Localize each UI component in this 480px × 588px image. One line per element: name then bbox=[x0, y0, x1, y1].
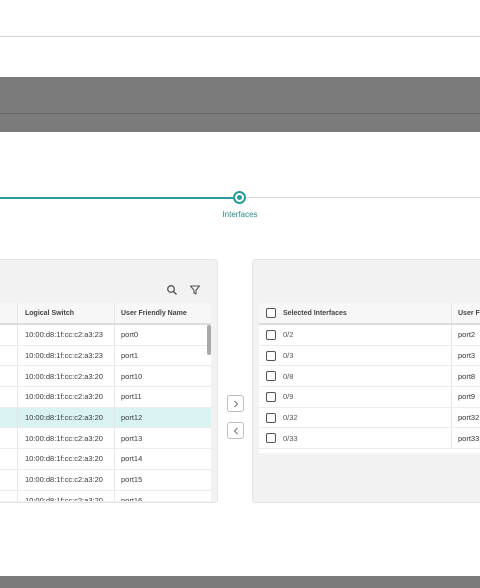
step-dot bbox=[237, 195, 242, 200]
row-checkbox-cell bbox=[259, 428, 283, 448]
interface-cell: 0/33 bbox=[283, 428, 452, 449]
logical-switch-cell: 10:00:d8:1f:cc:c2:a3:20 bbox=[18, 366, 115, 387]
user-friendly-name-cell: port33 bbox=[458, 433, 480, 443]
user-friendly-name-cell: port10 bbox=[121, 371, 143, 381]
interface-cell: 0/8 bbox=[283, 366, 452, 387]
row-checkbox-cell bbox=[259, 366, 283, 386]
user-friendly-name-cell: port0 bbox=[121, 330, 139, 340]
row-checkbox-cell bbox=[259, 325, 283, 345]
row-leading-cell bbox=[0, 387, 18, 407]
select-all-checkbox[interactable] bbox=[266, 308, 276, 318]
row-checkbox[interactable] bbox=[266, 350, 276, 361]
search-icon[interactable] bbox=[166, 284, 178, 296]
user-friendly-name-cell: port8 bbox=[458, 371, 476, 381]
logical-switch-cell: 10:00:d8:1f:cc:c2:a3:23 bbox=[18, 325, 115, 345]
logical-switch-cell: 10:00:d8:1f:cc:c2:a3:20 bbox=[18, 490, 115, 501]
row-leading-cell bbox=[0, 428, 18, 449]
user-friendly-name-cell: port14 bbox=[121, 454, 143, 464]
user-friendly-name-cell: port12 bbox=[121, 413, 143, 423]
logical-switch-cell: 10:00:d8:1f:cc:c2:a3:23 bbox=[18, 345, 115, 366]
header-divider bbox=[0, 36, 480, 37]
table-row[interactable]: 10:00:d8:1f:cc:c2:a3:20 port11 bbox=[0, 387, 211, 408]
logical-switch-cell: 10:00:d8:1f:cc:c2:a3:20 bbox=[18, 428, 115, 449]
chevron-right-icon bbox=[233, 400, 238, 407]
header-cell-blank bbox=[0, 303, 18, 323]
table-row[interactable]: 10:00:d8:1f:cc:c2:a3:20 port13 bbox=[0, 428, 211, 450]
modal-overlay-band bbox=[0, 77, 480, 132]
user-friendly-name-cell: port13 bbox=[121, 433, 143, 443]
logical-switch-cell: 10:00:d8:1f:cc:c2:a3:20 bbox=[18, 407, 115, 428]
row-leading-cell bbox=[0, 490, 18, 501]
select-all-cell bbox=[259, 303, 283, 323]
stepper-current-step-node[interactable] bbox=[233, 191, 246, 204]
table-row[interactable]: 10:00:d8:1f:cc:c2:a3:20 port16 bbox=[0, 490, 211, 501]
stepper-progress-line bbox=[0, 197, 233, 199]
row-checkbox[interactable] bbox=[266, 391, 276, 402]
chevron-left-icon bbox=[233, 427, 238, 434]
header-logical-switch[interactable]: Logical Switch bbox=[18, 303, 115, 323]
user-friendly-name-cell: port15 bbox=[121, 475, 143, 485]
logical-switch-cell: 10:00:d8:1f:cc:c2:a3:20 bbox=[18, 387, 115, 407]
row-checkbox[interactable] bbox=[266, 433, 276, 444]
row-leading-cell bbox=[0, 407, 18, 428]
row-leading-cell bbox=[0, 366, 18, 387]
table-row[interactable]: 0/33 port33 bbox=[259, 428, 480, 450]
row-checkbox[interactable] bbox=[266, 329, 276, 340]
stepper-remaining-line bbox=[246, 197, 480, 198]
table-row[interactable]: 0/9 port9 bbox=[259, 387, 480, 408]
selected-interfaces-table: Selected Interfaces User Fr 0/2 port2 0/3 p… bbox=[259, 303, 480, 453]
table-row[interactable]: 10:00:d8:1f:cc:c2:a3:23 port0 bbox=[0, 325, 211, 346]
row-checkbox[interactable] bbox=[266, 412, 276, 423]
move-right-button[interactable] bbox=[227, 395, 244, 412]
table-row[interactable]: 0/8 port8 bbox=[259, 366, 480, 388]
row-leading-cell bbox=[0, 469, 18, 490]
user-friendly-name-cell: port32 bbox=[458, 413, 480, 423]
interface-cell: 0/2 bbox=[283, 325, 452, 345]
table-row[interactable]: 0/32 port32 bbox=[259, 407, 480, 429]
footer-overlay-band bbox=[0, 576, 480, 588]
table-scrollbar[interactable] bbox=[207, 325, 211, 355]
user-friendly-name-cell: port11 bbox=[121, 392, 142, 402]
row-checkbox-cell bbox=[259, 346, 283, 366]
header-selected-interfaces[interactable]: Selected Interfaces bbox=[283, 303, 452, 323]
table-row[interactable]: 10:00:d8:1f:cc:c2:a3:20 port10 bbox=[0, 366, 211, 388]
interface-cell: 0/32 bbox=[283, 407, 452, 428]
user-friendly-name-cell: port16 bbox=[121, 495, 143, 501]
interface-cell: 0/3 bbox=[283, 345, 452, 366]
header-user-friendly-name[interactable]: User Friendly Name bbox=[115, 303, 211, 323]
stepper-step-label[interactable]: Interfaces bbox=[215, 210, 265, 219]
interface-cell: 0/9 bbox=[283, 387, 452, 407]
band-divider bbox=[0, 113, 480, 114]
table-header: Selected Interfaces User Fr bbox=[259, 303, 480, 325]
row-leading-cell bbox=[0, 449, 18, 469]
row-checkbox-cell bbox=[259, 387, 283, 407]
logical-switch-cell: 10:00:d8:1f:cc:c2:a3:20 bbox=[18, 449, 115, 469]
row-checkbox-cell bbox=[259, 408, 283, 428]
table-row[interactable]: 10:00:d8:1f:cc:c2:a3:23 port1 bbox=[0, 345, 211, 367]
table-row[interactable]: 10:00:d8:1f:cc:c2:a3:20 port14 bbox=[0, 449, 211, 470]
user-friendly-name-cell: port3 bbox=[458, 351, 476, 361]
user-friendly-name-cell: port1 bbox=[121, 351, 139, 361]
table-row[interactable]: 10:00:d8:1f:cc:c2:a3:20 port15 bbox=[0, 469, 211, 491]
logical-switch-cell: 10:00:d8:1f:cc:c2:a3:20 bbox=[18, 469, 115, 490]
table-row[interactable]: 10:00:d8:1f:cc:c2:a3:20 port12 bbox=[0, 407, 211, 429]
table-row[interactable]: 0/2 port2 bbox=[259, 325, 480, 346]
user-friendly-name-cell: port2 bbox=[458, 330, 476, 340]
row-leading-cell bbox=[0, 325, 18, 345]
filter-icon[interactable] bbox=[189, 284, 201, 296]
user-friendly-name-cell: port9 bbox=[458, 392, 476, 402]
move-left-button[interactable] bbox=[227, 422, 244, 439]
row-leading-cell bbox=[0, 345, 18, 366]
table-row[interactable]: 0/3 port3 bbox=[259, 345, 480, 367]
header-user-friendly-name[interactable]: User Fr bbox=[452, 303, 480, 323]
table-header: Logical Switch User Friendly Name bbox=[0, 303, 211, 325]
row-checkbox[interactable] bbox=[266, 371, 276, 382]
available-interfaces-table: Logical Switch User Friendly Name 10:00:… bbox=[0, 303, 211, 501]
